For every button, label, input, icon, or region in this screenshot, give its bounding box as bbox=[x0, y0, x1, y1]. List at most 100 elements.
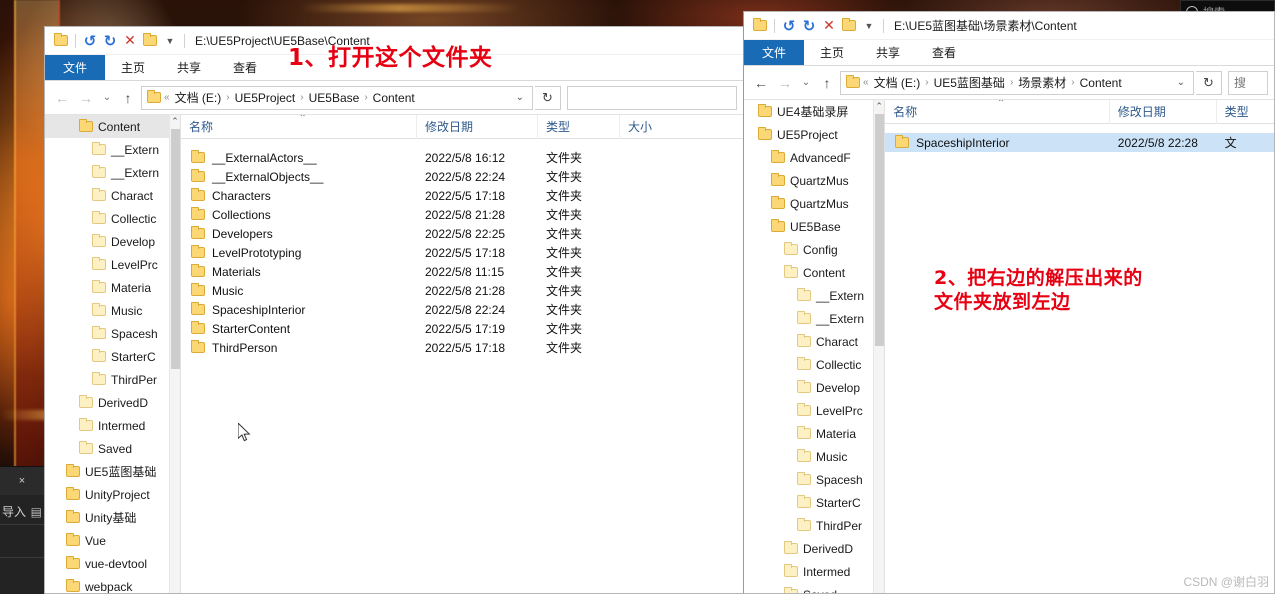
breadcrumb-item-3[interactable]: Content bbox=[1078, 76, 1124, 90]
tree-item[interactable]: Develop bbox=[45, 230, 180, 253]
scroll-up-icon[interactable]: ⌃ bbox=[170, 115, 180, 128]
tree-item[interactable]: Spacesh bbox=[744, 468, 884, 491]
column-header-type[interactable]: 类型 bbox=[538, 115, 620, 139]
file-row[interactable]: Collections 2022/5/8 21:28 文件夹 bbox=[181, 205, 743, 224]
left-file-rows[interactable]: __ExternalActors__ 2022/5/8 16:12 文件夹 __Ext… bbox=[181, 139, 743, 357]
breadcrumb-item-1[interactable]: UE5Project bbox=[233, 91, 298, 105]
scroll-up-icon[interactable]: ⌃ bbox=[874, 100, 884, 113]
tree-item[interactable]: DerivedD bbox=[45, 391, 180, 414]
tab-share[interactable]: 共享 bbox=[161, 55, 217, 80]
right-nav-pane[interactable]: UE4基础录屏 UE5Project AdvancedF QuartzMus Quart… bbox=[744, 100, 886, 593]
tree-item[interactable]: Content bbox=[744, 261, 884, 284]
file-row[interactable]: SpaceshipInterior 2022/5/8 22:24 文件夹 bbox=[181, 300, 743, 319]
tree-item[interactable]: UE5Base bbox=[744, 215, 884, 238]
left-search-input[interactable] bbox=[567, 85, 737, 110]
tree-item[interactable]: StarterC bbox=[744, 491, 884, 514]
right-folder-tree[interactable]: UE4基础录屏 UE5Project AdvancedF QuartzMus Quart… bbox=[744, 100, 884, 593]
tree-item[interactable]: Collectic bbox=[45, 207, 180, 230]
tree-item[interactable]: UnityProject bbox=[45, 483, 180, 506]
left-file-list-pane[interactable]: 名称 ⌃ 修改日期 类型 大小 __ExternalActors__ 2022/5… bbox=[181, 115, 743, 593]
column-header-name[interactable]: 名称 ⌃ bbox=[885, 100, 1110, 124]
tree-item[interactable]: UE5蓝图基础 bbox=[45, 460, 180, 483]
chevron-down-icon[interactable]: ▼ bbox=[160, 31, 180, 51]
left-breadcrumb[interactable]: « 文档 (E:) › UE5Project › UE5Base › Conte… bbox=[141, 85, 533, 110]
background-panel-close[interactable]: × bbox=[0, 467, 44, 495]
explorer-window-left[interactable]: ↺ ↻ ✕ ▼ E:\UE5Project\UE5Base\Content 文件… bbox=[44, 26, 744, 594]
refresh-icon[interactable]: ↻ bbox=[1196, 70, 1222, 95]
column-header-name[interactable]: 名称 ⌃ bbox=[181, 115, 417, 139]
column-header-type[interactable]: 类型 bbox=[1217, 100, 1274, 124]
chevron-down-icon[interactable]: ⌄ bbox=[510, 92, 530, 103]
breadcrumb-item-0[interactable]: 文档 (E:) bbox=[173, 89, 224, 106]
tree-item[interactable]: vue-devtool bbox=[45, 552, 180, 575]
tab-view[interactable]: 查看 bbox=[916, 40, 972, 65]
up-arrow-icon[interactable]: ↑ bbox=[117, 87, 139, 109]
tree-item[interactable]: LevelPrc bbox=[45, 253, 180, 276]
tree-item[interactable]: ThirdPer bbox=[45, 368, 180, 391]
tree-item[interactable]: Charact bbox=[45, 184, 180, 207]
file-row[interactable]: Characters 2022/5/5 17:18 文件夹 bbox=[181, 186, 743, 205]
tree-item[interactable]: UE5Project bbox=[744, 123, 884, 146]
right-breadcrumb[interactable]: « 文档 (E:) › UE5蓝图基础 › 场景素材 › Content ⌄ bbox=[840, 70, 1194, 95]
tree-item[interactable]: __Extern bbox=[744, 284, 884, 307]
tree-item[interactable]: Intermed bbox=[744, 560, 884, 583]
tree-item[interactable]: Config bbox=[744, 238, 884, 261]
file-row[interactable]: Materials 2022/5/8 11:15 文件夹 bbox=[181, 262, 743, 281]
up-arrow-icon[interactable]: ↑ bbox=[816, 72, 838, 94]
file-row[interactable]: ThirdPerson 2022/5/5 17:18 文件夹 bbox=[181, 338, 743, 357]
tab-home[interactable]: 主页 bbox=[105, 55, 161, 80]
file-row[interactable]: __ExternalActors__ 2022/5/8 16:12 文件夹 bbox=[181, 148, 743, 167]
tree-item[interactable]: Materia bbox=[45, 276, 180, 299]
right-file-list-pane[interactable]: 名称 ⌃ 修改日期 类型 SpaceshipInterior 2022/5/8 2… bbox=[885, 100, 1274, 593]
properties-icon[interactable] bbox=[839, 16, 859, 36]
tree-item[interactable]: Content bbox=[45, 115, 180, 138]
properties-icon[interactable] bbox=[140, 31, 160, 51]
tree-item[interactable]: StarterC bbox=[45, 345, 180, 368]
scroll-thumb[interactable] bbox=[171, 129, 180, 369]
tree-item[interactable]: Saved bbox=[744, 583, 884, 593]
back-arrow-icon[interactable]: ← bbox=[750, 72, 772, 94]
undo-icon[interactable]: ↺ bbox=[779, 16, 799, 36]
tree-item[interactable]: QuartzMus bbox=[744, 192, 884, 215]
tree-item[interactable]: Charact bbox=[744, 330, 884, 353]
right-tree-scrollbar[interactable]: ⌃ ⌄ bbox=[873, 100, 885, 593]
file-row[interactable]: LevelPrototyping 2022/5/5 17:18 文件夹 bbox=[181, 243, 743, 262]
tree-item[interactable]: Saved bbox=[45, 437, 180, 460]
left-nav-pane[interactable]: Content __Extern __Extern Charact Collectic D… bbox=[45, 115, 181, 593]
breadcrumb-item-0[interactable]: 文档 (E:) bbox=[872, 74, 923, 91]
tree-item[interactable]: Develop bbox=[744, 376, 884, 399]
scroll-thumb[interactable] bbox=[875, 114, 885, 346]
file-row[interactable]: Developers 2022/5/8 22:25 文件夹 bbox=[181, 224, 743, 243]
tree-item[interactable]: DerivedD bbox=[744, 537, 884, 560]
chevron-down-icon[interactable]: ⌄ bbox=[99, 87, 115, 109]
folder-icon[interactable] bbox=[750, 16, 770, 36]
tree-item[interactable]: Music bbox=[45, 299, 180, 322]
tree-item[interactable]: QuartzMus bbox=[744, 169, 884, 192]
file-row[interactable]: SpaceshipInterior 2022/5/8 22:28 文 bbox=[885, 133, 1274, 152]
right-search-input[interactable]: 搜 bbox=[1228, 70, 1268, 95]
redo-icon[interactable]: ↻ bbox=[799, 16, 819, 36]
file-row[interactable]: __ExternalObjects__ 2022/5/8 22:24 文件夹 bbox=[181, 167, 743, 186]
delete-icon[interactable]: ✕ bbox=[120, 31, 140, 51]
tree-item[interactable]: ThirdPer bbox=[744, 514, 884, 537]
delete-icon[interactable]: ✕ bbox=[819, 16, 839, 36]
forward-arrow-icon[interactable]: → bbox=[774, 72, 796, 94]
tab-view[interactable]: 查看 bbox=[217, 55, 273, 80]
tab-file[interactable]: 文件 bbox=[45, 55, 106, 80]
column-header-date[interactable]: 修改日期 bbox=[1110, 100, 1217, 124]
left-folder-tree[interactable]: Content __Extern __Extern Charact Collectic D… bbox=[45, 115, 180, 593]
folder-icon[interactable] bbox=[51, 31, 71, 51]
tree-item[interactable]: webpack bbox=[45, 575, 180, 593]
tree-item[interactable]: AdvancedF bbox=[744, 146, 884, 169]
tree-item[interactable]: __Extern bbox=[744, 307, 884, 330]
chevron-down-icon[interactable]: ⌄ bbox=[798, 72, 814, 94]
tab-file[interactable]: 文件 bbox=[744, 40, 805, 65]
tree-item[interactable]: Unity基础 bbox=[45, 506, 180, 529]
tree-item[interactable]: __Extern bbox=[45, 161, 180, 184]
breadcrumb-overflow[interactable]: « bbox=[164, 92, 170, 103]
file-row[interactable]: Music 2022/5/8 21:28 文件夹 bbox=[181, 281, 743, 300]
breadcrumb-item-1[interactable]: UE5蓝图基础 bbox=[932, 74, 1007, 91]
undo-icon[interactable]: ↺ bbox=[80, 31, 100, 51]
right-file-rows[interactable]: SpaceshipInterior 2022/5/8 22:28 文 bbox=[885, 124, 1274, 152]
left-tree-scrollbar[interactable]: ⌃ ⌄ bbox=[169, 115, 180, 593]
